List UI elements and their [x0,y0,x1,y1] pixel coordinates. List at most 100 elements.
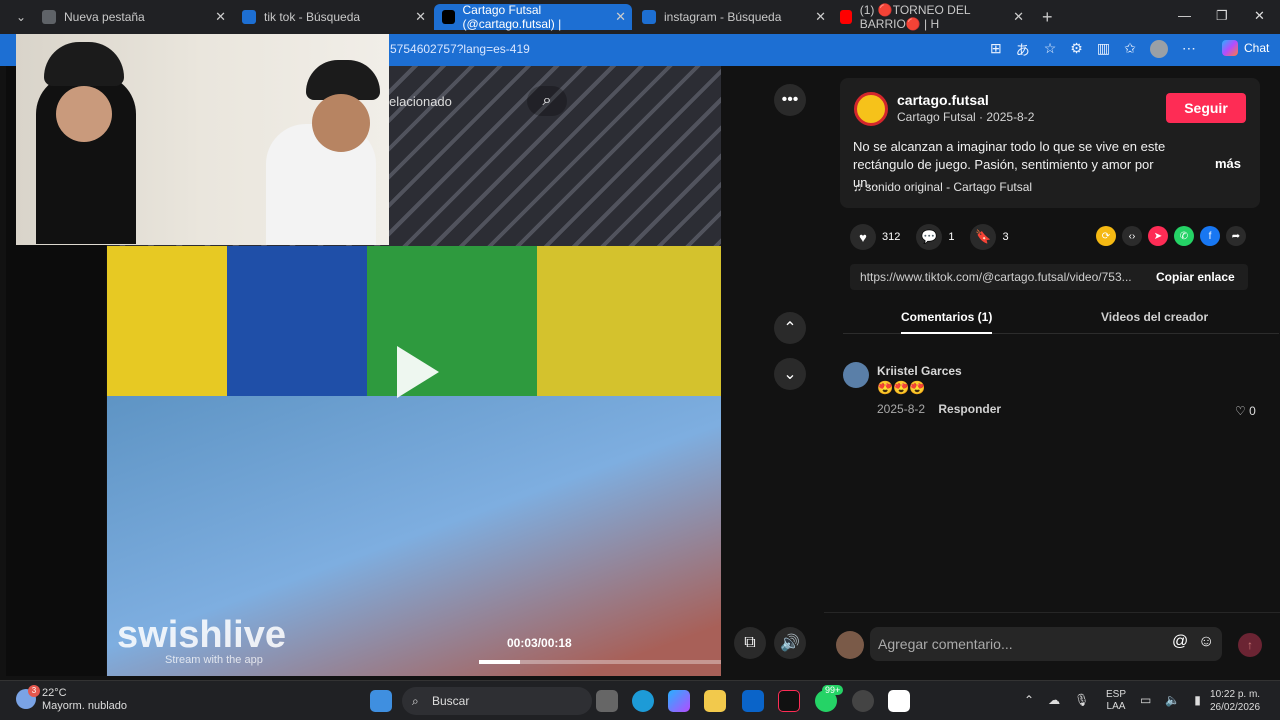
close-window-icon[interactable]: ✕ [1254,8,1265,24]
send-arrow-icon[interactable]: ↑ [1238,633,1262,657]
time: 10:22 p. m. [1210,689,1261,700]
url-text[interactable]: 5754602757?lang=es-419 [390,42,530,56]
video-progress-bar[interactable] [479,660,721,664]
previous-video-button[interactable]: ⌃ [774,312,806,344]
close-icon[interactable]: ✕ [415,9,426,25]
share-arrow-icon[interactable]: ➦ [1226,226,1246,246]
send-icon[interactable]: ➤ [1148,226,1168,246]
close-icon[interactable]: ✕ [215,9,226,25]
tab-title: Cartago Futsal (@cartago.futsal) | [462,3,562,31]
file-explorer-icon[interactable] [704,690,726,712]
more-options-button[interactable]: ••• [774,84,806,116]
whatsapp-icon[interactable]: ✆ [1174,226,1194,246]
browser-tab-bar: ⌄ Nueva pestaña ✕ tik tok - Búsqueda ✕ C… [0,0,1280,34]
video-link[interactable]: https://www.tiktok.com/@cartago.futsal/v… [860,270,1140,284]
close-icon[interactable]: ✕ [815,9,826,25]
comment-like-count: 0 [1249,404,1256,418]
edge-icon[interactable] [632,690,654,712]
copy-link-button[interactable]: Copiar enlace [1156,270,1235,284]
favorites-icon[interactable]: ✩ [1124,40,1136,60]
facebook-icon[interactable]: f [1200,226,1220,246]
search-icon: ⌕ [412,694,419,708]
reply-button[interactable]: Responder [938,402,1001,416]
chrome-icon[interactable] [852,690,874,712]
windows-start-icon[interactable] [370,690,392,712]
webcam-overlay [16,34,389,245]
sound-link[interactable]: ♫ sonido original - Cartago Futsal [853,180,1032,194]
next-video-button[interactable]: ⌄ [774,358,806,390]
cartago-logo-avatar[interactable] [854,92,888,126]
weather-widget[interactable]: 22°C Mayorm. nublado [42,687,127,713]
translate-icon[interactable]: あ [1016,40,1030,60]
copilot-icon [1222,40,1238,56]
commenter-name[interactable]: Kriistel Garces [877,364,962,378]
tab-cartago-futsal[interactable]: Cartago Futsal (@cartago.futsal) | ✕ [434,3,632,31]
taskbar-search[interactable]: ⌕ Buscar [402,687,592,715]
tiktok-icon[interactable] [778,690,800,712]
outlook-icon[interactable] [742,690,764,712]
more-link[interactable]: más [1215,156,1241,171]
minimize-icon[interactable]: — [1178,8,1191,23]
like-action[interactable]: ♥ 312 [850,224,900,250]
tab-comments[interactable]: Comentarios (1) [901,310,993,334]
language-indicator[interactable]: ESP LAA [1106,689,1126,713]
volume-icon[interactable]: 🔊 [774,627,806,659]
watermark-subtitle: Stream with the app [165,654,263,666]
pip-button[interactable]: ⧉ [734,627,766,659]
commenter-avatar[interactable] [843,362,869,388]
tab-title: instagram - Búsqueda [664,10,782,24]
comment-action[interactable]: 💬 1 [916,224,954,250]
chat-button[interactable]: Chat [1222,40,1269,56]
save-action[interactable]: 🔖 3 [970,224,1009,250]
tab-youtube-torneo[interactable]: (1) 🔴TORNEO DEL BARRIO🔴 | H ✕ [832,3,1030,31]
related-search-text[interactable]: elacionado [389,94,452,109]
tab-new-tab[interactable]: Nueva pestaña ✕ [34,4,232,30]
action-bar: ♥ 312 💬 1 🔖 3 [850,224,1009,250]
profile-avatar[interactable] [1149,40,1168,58]
comment-input[interactable] [870,627,1222,661]
comment-like[interactable]: ♡ 0 [1235,404,1256,418]
task-view-icon[interactable] [596,690,618,712]
embed-icon[interactable]: ‹› [1122,226,1142,246]
author-card: cartago.futsal Cartago Futsal · 2025-8-2… [840,78,1260,208]
emoji-icon[interactable]: ☺ [1198,633,1214,651]
restore-icon[interactable]: ❐ [1216,8,1228,24]
search-icon[interactable]: ⌕ [527,86,567,116]
sound-label: sonido original - Cartago Futsal [865,180,1033,194]
clock[interactable]: 10:22 p. m. 26/02/2026 [1210,688,1260,714]
heart-icon: ♥ [850,224,876,250]
apps-icon[interactable]: ⊞ [990,40,1002,60]
author-username[interactable]: cartago.futsal [897,92,989,108]
display-icon[interactable]: ▭ [1140,693,1151,707]
close-icon[interactable]: ✕ [1013,9,1024,25]
extensions-icon[interactable]: ⚙ [1070,40,1083,60]
tab-title: tik tok - Búsqueda [264,10,361,24]
cloud-icon[interactable]: ☁ [1048,693,1060,707]
repost-icon[interactable]: ⟳ [1096,226,1116,246]
capcut-icon[interactable] [888,690,910,712]
speaker-icon[interactable]: 🔈 [1165,693,1180,707]
split-screen-icon[interactable]: ▥ [1097,40,1110,60]
person-left-face [56,86,112,142]
tab-creator-videos[interactable]: Videos del creador [1101,310,1208,324]
tab-actions-button[interactable]: ⌄ [8,4,30,30]
close-icon[interactable]: ✕ [615,9,626,25]
comment-input-area: @ ☺ ↑ [824,612,1280,680]
date: 26/02/2026 [1210,702,1261,713]
copilot-icon[interactable] [668,690,690,712]
notification-badge: 99+ [822,685,844,695]
tab-instagram-search[interactable]: instagram - Búsqueda ✕ [634,4,832,30]
battery-icon[interactable]: ▮ [1194,693,1201,707]
detail-tabs: Comentarios (1) Videos del creador [843,306,1279,334]
play-icon[interactable] [397,346,439,398]
tab-tiktok-search[interactable]: tik tok - Búsqueda ✕ [234,4,432,30]
status-icons: ▭ 🔈 ▮ [1140,693,1201,707]
mention-icon[interactable]: @ [1172,633,1188,651]
follow-button[interactable]: Seguir [1166,93,1246,123]
favorite-star-icon[interactable]: ☆ [1044,40,1057,60]
chevron-up-icon[interactable]: ⌃ [1024,693,1034,707]
more-menu-icon[interactable]: ⋯ [1182,40,1196,60]
microphone-icon[interactable]: 🎙 [1074,693,1089,707]
new-tab-button[interactable]: + [1034,4,1060,30]
comment-meta: 2025-8-2 Responder [877,402,1001,416]
